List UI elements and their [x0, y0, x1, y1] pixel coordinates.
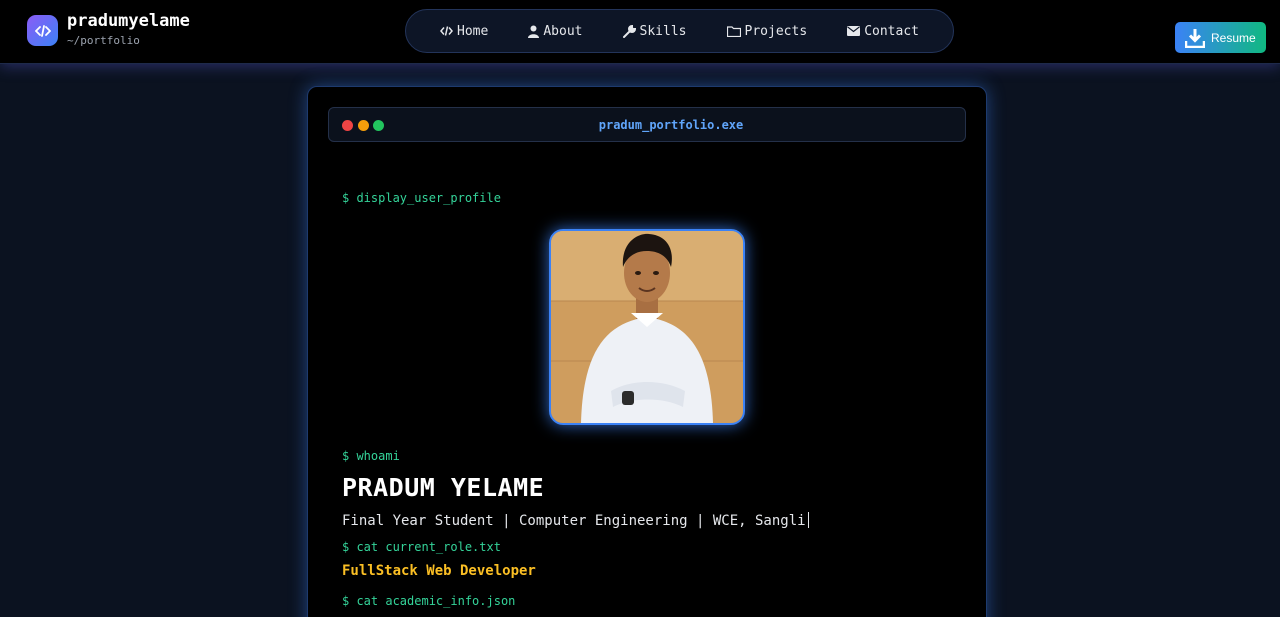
- typing-cursor: [807, 512, 809, 528]
- code-icon: [27, 15, 58, 46]
- profile-tagline: Final Year Student | Computer Engineerin…: [342, 512, 809, 529]
- nav-skills-label: Skills: [639, 23, 687, 39]
- profile-name: PRADUM YELAME: [342, 473, 545, 502]
- brand-subtitle: ~/portfolio: [67, 34, 140, 47]
- resume-button-label: Resume: [1211, 30, 1256, 45]
- resume-download-button[interactable]: Resume: [1175, 22, 1266, 53]
- brand-text: pradumyelame ~/portfolio: [67, 11, 190, 47]
- nav-contact-label: Contact: [864, 23, 919, 39]
- wrench-icon: [622, 24, 636, 38]
- terminal-titlebar: pradum_portfolio.exe: [328, 107, 966, 142]
- user-icon: [528, 25, 540, 38]
- nav-home-label: Home: [457, 23, 489, 39]
- brand-name: pradumyelame: [67, 11, 190, 31]
- nav-skills[interactable]: Skills: [622, 23, 687, 39]
- download-icon: [1185, 28, 1205, 48]
- brand[interactable]: pradumyelame ~/portfolio: [27, 11, 190, 47]
- folder-icon: [726, 25, 741, 37]
- nav-projects-label: Projects: [744, 23, 808, 39]
- terminal-window-title: pradum_portfolio.exe: [598, 118, 744, 132]
- command-whoami: $ whoami: [342, 449, 400, 463]
- nav-contact[interactable]: Contact: [847, 24, 919, 39]
- current-role: FullStack Web Developer: [342, 563, 536, 579]
- code-icon: [440, 26, 454, 36]
- command-display-profile: $ display_user_profile: [342, 191, 501, 205]
- tagline-text: Final Year Student | Computer Engineerin…: [342, 513, 806, 529]
- command-current-role: $ cat current_role.txt: [342, 540, 501, 554]
- profile-photo: [549, 229, 745, 425]
- command-academic-info: $ cat academic_info.json: [342, 594, 516, 608]
- nav-about[interactable]: About: [528, 23, 583, 39]
- nav-about-label: About: [543, 23, 583, 39]
- terminal-card: pradum_portfolio.exe $ display_user_prof…: [307, 86, 987, 617]
- nav-home[interactable]: Home: [440, 24, 488, 39]
- top-navbar: pradumyelame ~/portfolio Home About Skil…: [0, 0, 1280, 64]
- envelope-icon: [847, 26, 861, 36]
- nav-projects[interactable]: Projects: [726, 23, 808, 39]
- main-nav: Home About Skills Projects Contact: [405, 9, 954, 53]
